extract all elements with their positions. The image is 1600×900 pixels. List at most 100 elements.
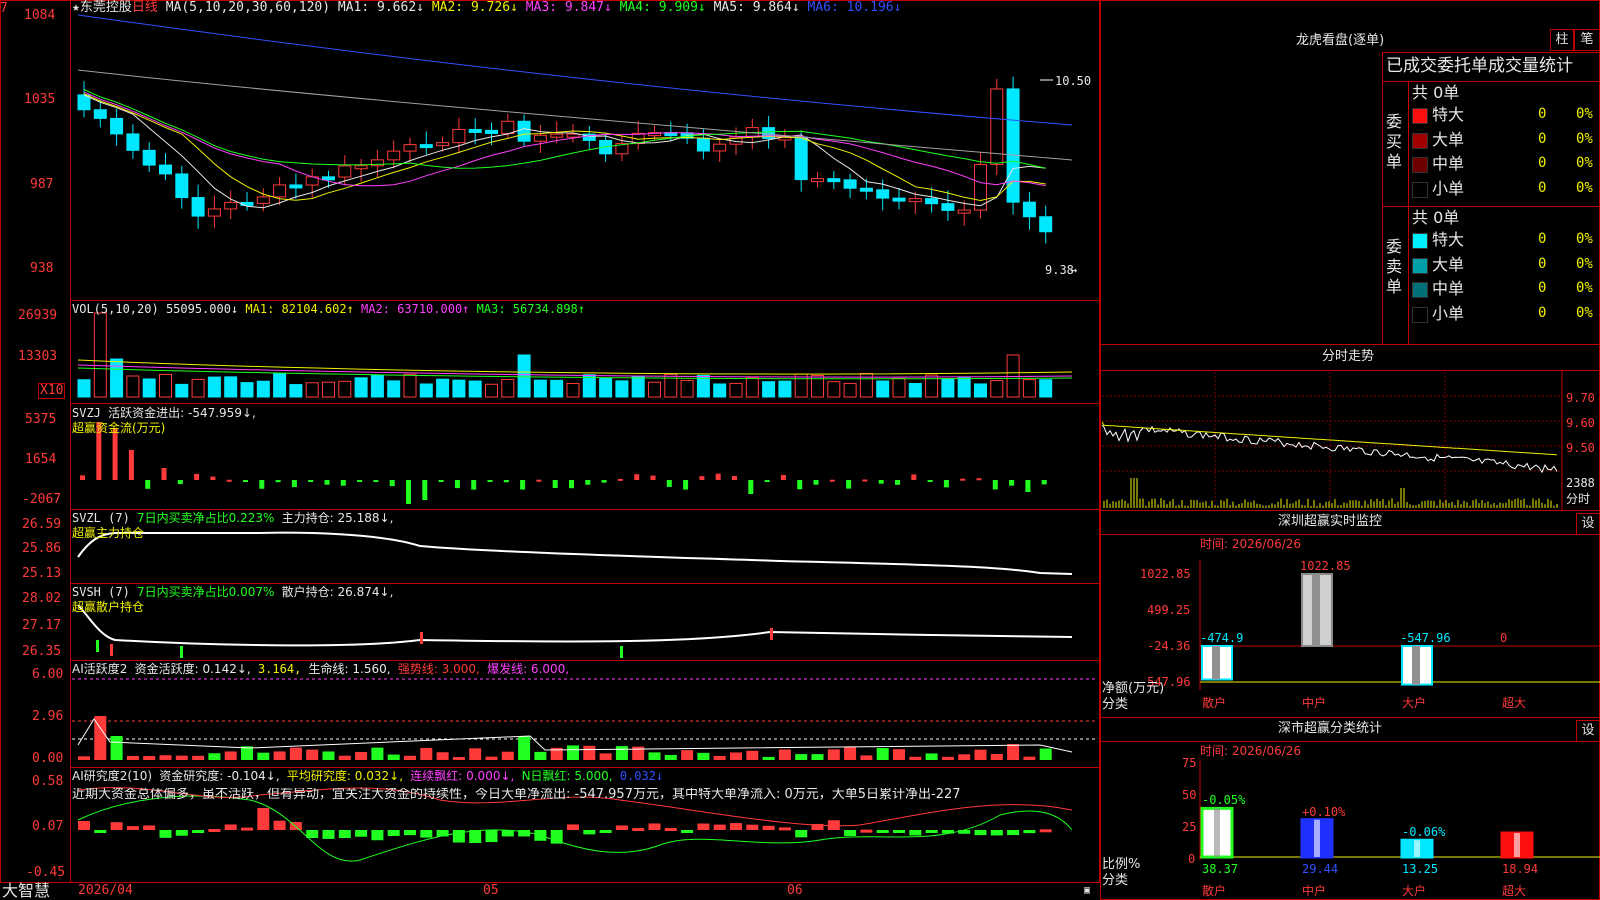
svzl-label2: 主力持仓: 25.188↓, — [281, 511, 394, 525]
svzj-bar — [422, 480, 428, 500]
candle — [126, 133, 140, 151]
volume-bar — [680, 379, 694, 398]
svzj-bar — [308, 480, 314, 482]
vol-unit-badge[interactable]: X10 — [38, 383, 66, 399]
sz-bar-shade — [1312, 574, 1320, 646]
vol-ytick-0: 26939 — [18, 308, 58, 323]
volume-bar — [289, 384, 303, 398]
candle — [468, 128, 482, 133]
volume-bar — [974, 383, 987, 398]
volume-bar — [501, 379, 515, 398]
volume-bar — [1039, 379, 1053, 398]
vol-ytick-1: 13303 — [18, 349, 58, 364]
ai-research-bar — [615, 825, 628, 830]
volume-bar — [729, 382, 743, 398]
ai-activity-bar — [420, 747, 433, 760]
fl-change-label: +0.10% — [1302, 804, 1346, 819]
ai-research-bar — [876, 830, 889, 833]
ai-research-bar — [322, 830, 335, 839]
ai-activity-bar — [387, 754, 400, 760]
candle — [533, 134, 547, 142]
volume-bar — [778, 380, 792, 398]
svzj-ytick-2: -2067 — [22, 492, 62, 507]
candle — [175, 173, 189, 199]
svsh-line — [77, 604, 1073, 647]
ai1-l3: 生命线: 1.560, — [308, 662, 391, 676]
ai-activity-bar — [273, 751, 286, 760]
svzj-label: 活跃资金进出: -547.959↓, — [108, 406, 256, 420]
sz-category: 超大 — [1502, 696, 1527, 710]
candle — [256, 196, 270, 204]
fl-value-label: 13.25 — [1402, 862, 1439, 876]
volume-bar — [322, 381, 335, 398]
candle — [93, 109, 107, 119]
volume-bar — [110, 358, 124, 398]
volume-bar — [273, 372, 287, 398]
ai-research-bar — [404, 830, 416, 836]
ai2-comment: 近期大资金总体偏多，虽不活跃，但有异动，宜关注大资金的持续性，今日大单净流出: … — [72, 788, 961, 802]
ai1-ytick-0: 6.00 — [32, 667, 64, 682]
ai-research-bar — [387, 830, 400, 836]
ai-research-bar — [1007, 830, 1020, 836]
ai-activity-bar — [746, 750, 759, 760]
fl-change-label: -0.05% — [1202, 793, 1246, 808]
volume-bar — [1022, 379, 1036, 398]
ai-activity-bar — [159, 755, 172, 760]
ai-research-bar — [664, 827, 677, 831]
fl-bar-shade — [1514, 833, 1520, 857]
ai-research-bar — [208, 829, 221, 833]
ma-line-1 — [83, 94, 1046, 209]
ai-research-bar — [762, 825, 775, 830]
svzj-bar — [454, 480, 460, 489]
svzj-bar — [324, 480, 330, 485]
ai-research-bar — [192, 830, 205, 833]
fl-category: 散户 — [1202, 884, 1227, 898]
xaxis-label-1: 05 — [483, 883, 499, 898]
ai-activity-bar — [355, 751, 368, 760]
chart-drawing — [72, 14, 1098, 862]
chart-area[interactable]: 7 ★东莞控股日线 MA(5,10,20,30,60,120) MA1: 9.6… — [0, 0, 1100, 900]
ai-research-bar — [567, 824, 579, 830]
volume-bar — [142, 378, 156, 398]
ai-activity-bar — [322, 751, 335, 760]
svzj-bar — [373, 480, 379, 482]
ai-activity-bar — [143, 756, 156, 760]
ma4-value: MA4: 9.909↓ — [619, 0, 706, 15]
kline-header: ★东莞控股日线 MA(5,10,20,30,60,120) MA1: 9.662… — [72, 0, 902, 15]
svzj-bar — [813, 480, 819, 485]
max-price-label: 10.50 — [1055, 74, 1092, 88]
ai-activity-bar — [876, 748, 889, 760]
ai-research-bar — [1039, 829, 1052, 833]
ma-line-5 — [77, 69, 1073, 161]
k-ytick-3: 938 — [30, 261, 54, 276]
svzj-bar — [585, 480, 591, 485]
period-label[interactable]: 日线 — [132, 0, 158, 15]
svzj-bar — [715, 473, 721, 480]
ai-research-bar — [844, 830, 857, 837]
volume-bar — [354, 377, 368, 398]
lock-icon[interactable]: ▣ — [1084, 884, 1090, 898]
ai-activity-bar — [795, 754, 808, 760]
volume-bar — [648, 381, 661, 398]
ai1-l1: 资金活跃度: 0.142↓, — [134, 662, 251, 676]
ai-research-bar — [958, 830, 971, 834]
ai-activity-bar — [404, 755, 416, 760]
ai-activity-bar — [990, 753, 1003, 760]
svzj-bar — [487, 480, 493, 482]
svzl-label1: 7日内买卖净占比0.223% — [137, 511, 275, 525]
stock-name[interactable]: 东莞控股 — [80, 0, 132, 15]
svzj-bar — [80, 475, 85, 480]
ai-research-bar — [273, 820, 286, 830]
ai2-ytick-2: -0.45 — [26, 865, 66, 880]
ai-activity-bar — [501, 751, 514, 760]
svzj-bar — [748, 480, 754, 494]
ai-research-bar — [632, 828, 645, 832]
menu-icon[interactable]: 7 — [0, 1, 8, 16]
ai-research-bar — [126, 826, 139, 830]
svzj-bar — [243, 480, 248, 482]
volume-bar — [126, 375, 140, 398]
svsh-label1: 7日内买卖净占比0.007% — [137, 585, 275, 599]
vol-value: 55095.000↓ — [165, 302, 239, 316]
svzj-bar — [699, 476, 705, 480]
volume-bar — [338, 380, 352, 398]
